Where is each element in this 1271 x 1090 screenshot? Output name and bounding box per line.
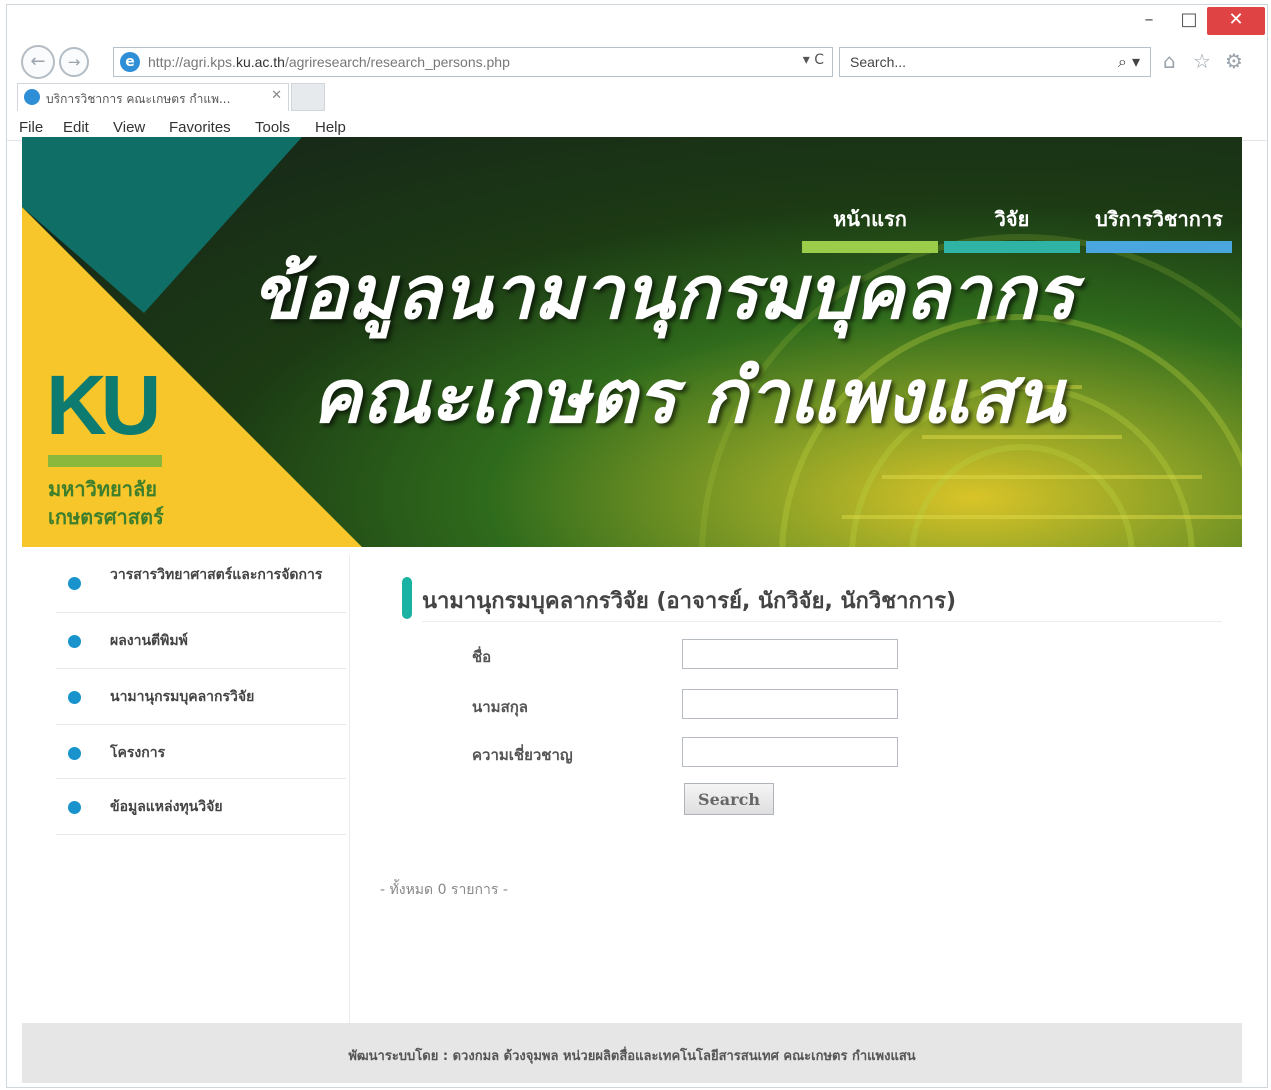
close-button[interactable]: ✕ xyxy=(1207,7,1265,35)
footer: พัฒนาระบบโดย : ดวงกมล ด้วงจุมพล หน่วยผลิ… xyxy=(22,1023,1242,1083)
tab-title: บริการวิชาการ คณะเกษตร กำแพ... xyxy=(46,92,231,106)
sidebar: วารสารวิทยาศาสตร์และการจัดการ ผลงานตีพิม… xyxy=(56,555,350,1023)
web-page: KU มหาวิทยาลัย เกษตรศาสตร์ หน้าแรก วิจัย… xyxy=(22,137,1242,1083)
nav-home-label: หน้าแรก xyxy=(833,207,907,231)
refresh-icon[interactable]: ▾ C xyxy=(803,52,824,68)
result-count: - ทั้งหมด 0 รายการ - xyxy=(380,882,508,898)
ie-icon: e xyxy=(120,52,140,72)
nav-research-label: วิจัย xyxy=(994,207,1030,231)
ku-logo: KU xyxy=(46,358,161,452)
nav-service-label: บริการวิชาการ xyxy=(1095,207,1223,231)
sidebar-item-projects[interactable]: โครงการ xyxy=(56,725,346,779)
sidebar-item-research-directory[interactable]: นามานุกรมบุคลากรวิจัย xyxy=(56,669,346,725)
first-name-label: ชื่อ xyxy=(472,648,492,666)
sidebar-item-label: โครงการ xyxy=(110,745,166,761)
menu-view[interactable]: View xyxy=(113,119,145,136)
ie-tab-icon xyxy=(24,89,40,105)
tab-strip: บริการวิชาการ คณะเกษตร กำแพ... ✕ xyxy=(7,83,1267,113)
address-url: http://agri.kps.ku.ac.th/agriresearch/re… xyxy=(148,54,510,70)
home-icon[interactable]: ⌂ xyxy=(1163,49,1176,73)
nav-service[interactable]: บริการวิชาการ xyxy=(1086,203,1232,253)
search-button[interactable]: Search xyxy=(684,783,774,815)
page-title: นามานุกรมบุคลากรวิจัย (อาจารย์, นักวิจัย… xyxy=(422,589,957,614)
back-icon[interactable]: ← xyxy=(21,45,55,79)
heading-accent xyxy=(402,577,412,619)
expertise-label: ความเชี่ยวชาญ xyxy=(472,746,573,764)
sidebar-item-label: นามานุกรมบุคลากรวิจัย xyxy=(110,689,255,705)
banner-title-line2: คณะเกษตร กำแพงแสน xyxy=(312,354,1065,440)
expertise-input[interactable] xyxy=(682,737,898,767)
menu-edit[interactable]: Edit xyxy=(63,119,89,136)
sidebar-item-label: วารสารวิทยาศาสตร์และการจัดการ xyxy=(110,567,323,583)
sidebar-item-funding[interactable]: ข้อมูลแหล่งทุนวิจัย xyxy=(56,779,346,835)
banner-title-line1: ข้อมูลนามานุกรมบุคลากร xyxy=(252,250,1076,336)
ku-logo-line2: เกษตรศาสตร์ xyxy=(48,505,164,529)
sidebar-item-label: ข้อมูลแหล่งทุนวิจัย xyxy=(110,799,223,815)
header-banner: KU มหาวิทยาลัย เกษตรศาสตร์ หน้าแรก วิจัย… xyxy=(22,137,1242,547)
menu-favorites[interactable]: Favorites xyxy=(169,119,231,136)
first-name-input[interactable] xyxy=(682,639,898,669)
last-name-input[interactable] xyxy=(682,689,898,719)
menu-help[interactable]: Help xyxy=(315,119,346,136)
tab-current[interactable]: บริการวิชาการ คณะเกษตร กำแพ... ✕ xyxy=(17,83,289,111)
menu-tools[interactable]: Tools xyxy=(255,119,290,136)
forward-icon[interactable]: → xyxy=(59,47,89,77)
bullet-icon xyxy=(68,577,81,590)
title-bar: – □ ✕ xyxy=(7,5,1267,39)
gear-icon[interactable]: ⚙ xyxy=(1225,49,1243,73)
menu-file[interactable]: File xyxy=(19,119,43,136)
tab-close-icon[interactable]: ✕ xyxy=(271,88,282,103)
minimize-button[interactable]: – xyxy=(1129,7,1169,35)
address-field[interactable]: e http://agri.kps.ku.ac.th/agriresearch/… xyxy=(113,47,833,77)
footer-text: พัฒนาระบบโดย : ดวงกมล ด้วงจุมพล หน่วยผลิ… xyxy=(348,1049,916,1064)
ku-logo-bar xyxy=(48,455,162,467)
browser-search-input[interactable]: Search... ⌕ ▾ xyxy=(839,47,1151,77)
browser-search-placeholder: Search... xyxy=(850,54,907,70)
sidebar-item-label: ผลงานตีพิมพ์ xyxy=(110,633,188,649)
search-icon[interactable]: ⌕ ▾ xyxy=(1118,52,1140,72)
new-tab-button[interactable] xyxy=(291,83,325,111)
bullet-icon xyxy=(68,691,81,704)
sidebar-item-journal[interactable]: วารสารวิทยาศาสตร์และการจัดการ xyxy=(56,555,346,613)
address-bar-row: ← → e http://agri.kps.ku.ac.th/agriresea… xyxy=(7,41,1267,81)
favorites-icon[interactable]: ☆ xyxy=(1193,49,1211,73)
bullet-icon xyxy=(68,747,81,760)
bullet-icon xyxy=(68,635,81,648)
sidebar-item-publications[interactable]: ผลงานตีพิมพ์ xyxy=(56,613,346,669)
heading-divider xyxy=(422,621,1222,622)
last-name-label: นามสกุล xyxy=(472,698,528,716)
maximize-button[interactable]: □ xyxy=(1169,7,1209,35)
bullet-icon xyxy=(68,801,81,814)
